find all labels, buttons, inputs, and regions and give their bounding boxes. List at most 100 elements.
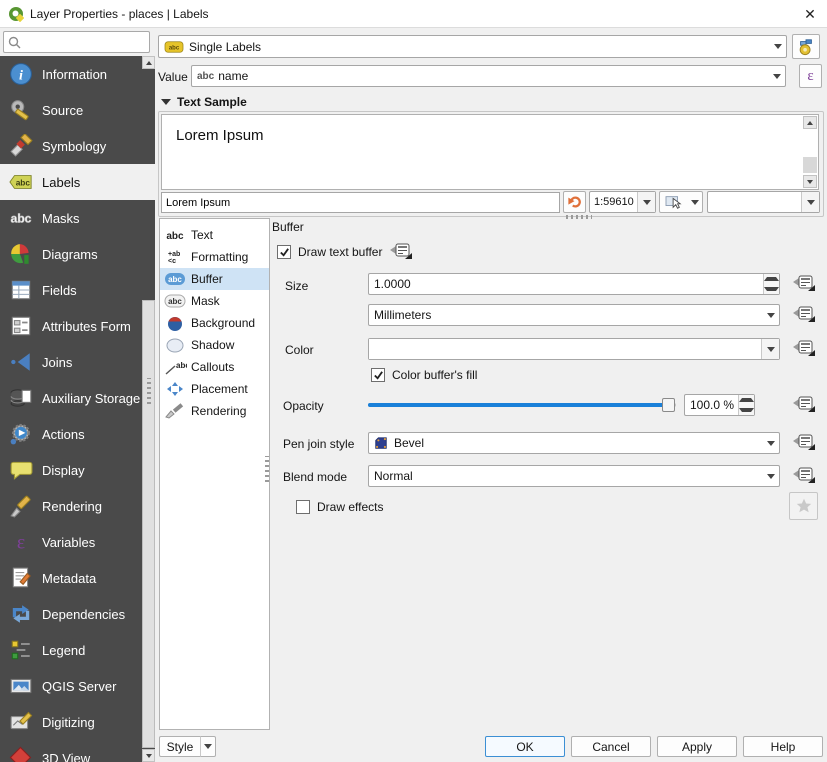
preview-scrollbar-thumb[interactable] xyxy=(803,157,817,173)
map-scale-dropdown[interactable] xyxy=(688,191,703,213)
sidebar-item-rendering[interactable]: Rendering xyxy=(0,488,155,524)
style-button[interactable]: Style xyxy=(159,736,201,757)
slider-handle[interactable] xyxy=(662,398,675,412)
sidebar-scroll-down[interactable] xyxy=(142,749,155,762)
tab-placement[interactable]: Placement xyxy=(160,378,269,400)
sidebar-item-digitizing[interactable]: Digitizing xyxy=(0,704,155,740)
sidebar-item-label: Fields xyxy=(42,283,77,298)
tab-background[interactable]: Background xyxy=(160,312,269,334)
sidebar-item-qgis-server[interactable]: QGIS Server xyxy=(0,668,155,704)
chevron-down-icon xyxy=(762,305,779,325)
spin-up-icon[interactable] xyxy=(739,398,754,402)
ok-button[interactable]: OK xyxy=(485,736,565,757)
tab-shadow[interactable]: Shadow xyxy=(160,334,269,356)
sidebar-item-diagrams[interactable]: Diagrams xyxy=(0,236,155,272)
sample-text-field[interactable] xyxy=(162,196,559,210)
buffer-tab-icon: abc xyxy=(163,271,187,287)
spin-down-icon[interactable] xyxy=(764,287,779,291)
tab-mask[interactable]: abc Mask xyxy=(160,290,269,312)
blend-mode-combo[interactable]: Normal xyxy=(368,465,780,487)
sidebar-scroll-up[interactable] xyxy=(142,56,155,69)
tab-rendering[interactable]: Rendering xyxy=(160,400,269,422)
color-buffer-fill-checkbox[interactable] xyxy=(371,368,385,382)
sidebar-item-display[interactable]: Display xyxy=(0,452,155,488)
customize-effects-button[interactable] xyxy=(789,492,818,520)
search-input[interactable] xyxy=(3,31,150,53)
cancel-button[interactable]: Cancel xyxy=(571,736,651,757)
font-combo[interactable] xyxy=(707,191,820,213)
sidebar-item-joins[interactable]: Joins xyxy=(0,344,155,380)
sidebar-item-labels[interactable]: abc Labels xyxy=(0,164,155,200)
svg-text:i: i xyxy=(19,67,23,83)
opacity-slider[interactable] xyxy=(368,398,676,412)
tab-callouts[interactable]: abc Callouts xyxy=(160,356,269,378)
spin-buttons[interactable] xyxy=(738,395,754,415)
opacity-spinbox[interactable]: 100.0 % xyxy=(684,394,755,416)
sample-text-input[interactable] xyxy=(161,192,560,213)
spin-buttons[interactable] xyxy=(763,274,779,294)
sidebar-item-source[interactable]: Source xyxy=(0,92,155,128)
sidebar-item-information[interactable]: i Information xyxy=(0,56,155,92)
tab-text[interactable]: abc Text xyxy=(160,224,269,246)
pen-join-style-value: Bevel xyxy=(394,436,424,450)
chevron-down-icon xyxy=(637,192,655,212)
data-defined-override-button[interactable] xyxy=(789,431,819,455)
check-icon xyxy=(373,370,384,381)
data-defined-override-button[interactable] xyxy=(789,464,819,488)
data-defined-override-button[interactable] xyxy=(386,240,416,264)
sidebar-item-3d-view[interactable]: 3D View xyxy=(0,740,155,762)
tab-buffer[interactable]: abc Buffer xyxy=(160,268,269,290)
splitter-handle[interactable] xyxy=(147,378,151,404)
label-type-combo[interactable]: abc Single Labels xyxy=(158,35,787,58)
preview-scroll-up[interactable] xyxy=(803,116,817,129)
sidebar-item-masks[interactable]: abc Masks xyxy=(0,200,155,236)
buffer-color-button[interactable] xyxy=(368,338,780,360)
size-unit-combo[interactable]: Millimeters xyxy=(368,304,780,326)
value-combo[interactable]: abc name xyxy=(191,65,786,87)
data-defined-override-button[interactable] xyxy=(789,303,819,327)
style-dropdown[interactable] xyxy=(200,736,216,757)
blend-mode-label: Blend mode xyxy=(283,470,347,484)
variables-icon: ε xyxy=(9,530,33,554)
tab-formatting[interactable]: +ab<c Formatting xyxy=(160,246,269,268)
check-icon xyxy=(279,247,290,258)
sidebar-item-label: Display xyxy=(42,463,85,478)
data-defined-override-button[interactable] xyxy=(789,393,819,417)
sidebar-item-metadata[interactable]: Metadata xyxy=(0,560,155,596)
chevron-down-icon xyxy=(691,200,699,205)
spin-down-icon[interactable] xyxy=(739,408,754,412)
sidebar-item-variables[interactable]: ε Variables xyxy=(0,524,155,560)
pen-join-style-combo[interactable]: Bevel xyxy=(368,432,780,454)
chevron-down-icon[interactable] xyxy=(761,339,779,359)
search-field[interactable] xyxy=(21,34,149,50)
sidebar-item-symbology[interactable]: Symbology xyxy=(0,128,155,164)
splitter-handle[interactable] xyxy=(566,215,592,219)
data-defined-override-button[interactable] xyxy=(789,337,819,361)
help-button[interactable]: Help xyxy=(743,736,823,757)
data-defined-override-button[interactable] xyxy=(789,272,819,296)
diagrams-icon xyxy=(9,242,33,266)
reset-sample-button[interactable] xyxy=(563,191,586,213)
draw-text-buffer-checkbox[interactable] xyxy=(277,245,291,259)
sidebar-item-actions[interactable]: Actions xyxy=(0,416,155,452)
collapse-triangle-icon[interactable] xyxy=(161,99,171,105)
sidebar-item-auxiliary-storage[interactable]: Auxiliary Storage xyxy=(0,380,155,416)
splitter-handle[interactable] xyxy=(265,456,269,482)
sidebar-item-fields[interactable]: Fields xyxy=(0,272,155,308)
sidebar-item-dependencies[interactable]: Dependencies xyxy=(0,596,155,632)
close-icon[interactable]: ✕ xyxy=(798,4,822,24)
sidebar-scrollbar-thumb[interactable] xyxy=(142,300,155,748)
size-spinbox[interactable]: 1.0000 xyxy=(368,273,780,295)
spin-up-icon[interactable] xyxy=(764,277,779,281)
map-scale-button[interactable] xyxy=(659,191,689,213)
sidebar-item-attributes-form[interactable]: Attributes Form xyxy=(0,308,155,344)
tab-label: Placement xyxy=(191,382,248,396)
apply-button[interactable]: Apply xyxy=(657,736,737,757)
expression-builder-button[interactable]: ε xyxy=(799,64,822,88)
scale-combo[interactable]: 1:59610 xyxy=(589,191,656,213)
draw-effects-checkbox[interactable] xyxy=(296,500,310,514)
sidebar-item-label: Diagrams xyxy=(42,247,98,262)
sidebar-item-legend[interactable]: Legend xyxy=(0,632,155,668)
preview-scroll-down[interactable] xyxy=(803,175,817,188)
automated-placement-button[interactable] xyxy=(792,34,820,59)
